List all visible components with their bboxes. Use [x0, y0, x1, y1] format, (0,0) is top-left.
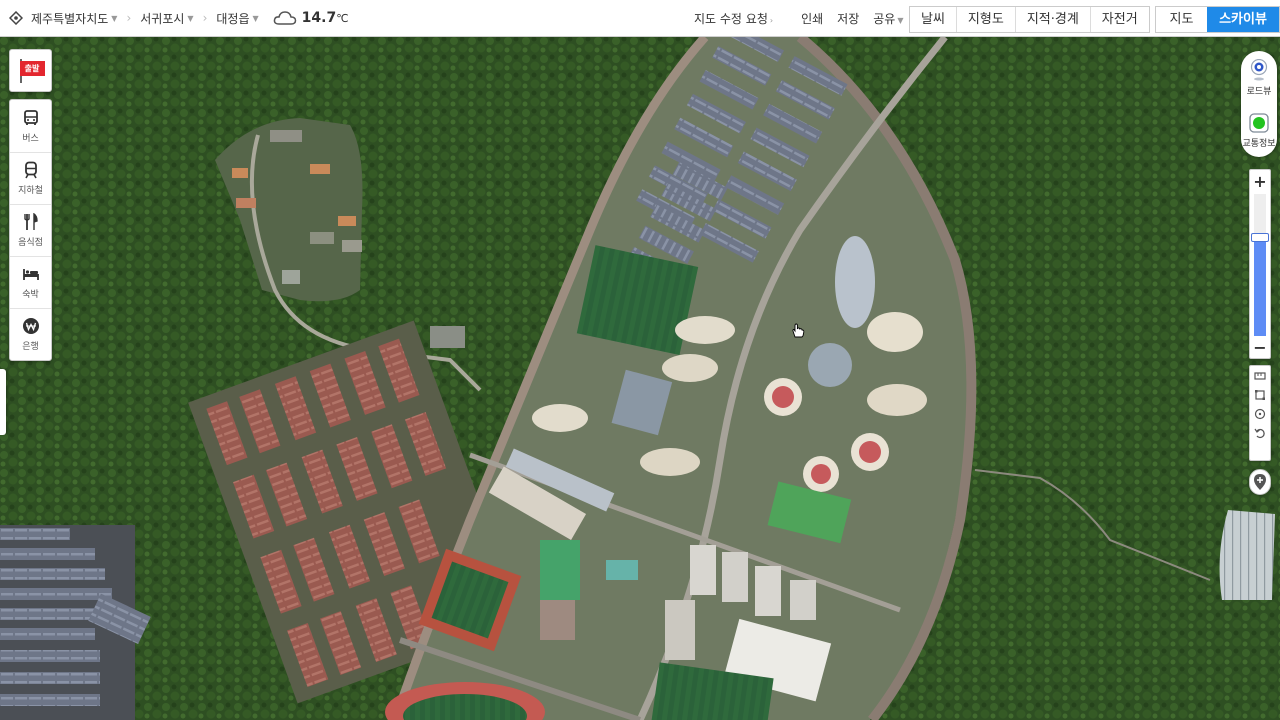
utility-links: 지도 수정 요청 › 인쇄 저장 공유 ▼ — [694, 0, 904, 37]
weather-widget[interactable]: 14.7℃ — [273, 10, 349, 26]
overlay-terrain[interactable]: 지형도 — [955, 7, 1015, 32]
zoom-slider[interactable] — [1251, 194, 1269, 336]
traffic-info-button[interactable]: 교통정보 — [1241, 104, 1277, 157]
category-restaurant[interactable]: 음식점 — [10, 204, 51, 256]
roadview-label: 로드뷰 — [1246, 86, 1272, 97]
overlay-weather[interactable]: 날씨 — [910, 7, 956, 32]
breadcrumb-province[interactable]: 제주특별자치도 ▼ — [31, 10, 117, 27]
roadview-button[interactable]: 로드뷰 — [1241, 51, 1277, 104]
satellite-map[interactable] — [0, 37, 1280, 720]
category-lodging[interactable]: 숙박 — [10, 256, 51, 308]
undo-icon — [1254, 428, 1265, 438]
start-label: 출발 — [19, 60, 45, 76]
location-target-icon[interactable] — [9, 11, 23, 25]
bank-icon — [22, 318, 39, 334]
greenhouse — [1219, 510, 1275, 600]
chevron-down-icon: ▼ — [252, 13, 259, 23]
hand-cursor-icon — [792, 323, 805, 338]
ruler-icon — [1254, 371, 1266, 380]
temperature-value: 14.7 — [301, 10, 337, 26]
chevron-right-icon: › — [769, 16, 774, 25]
chevron-right-icon: › — [202, 11, 208, 25]
zoom-handle[interactable] — [1251, 233, 1269, 242]
top-bar: 제주특별자치도 ▼ › 서귀포시 ▼ › 대정읍 ▼ 14.7℃ 지도 수정 요… — [0, 0, 1280, 37]
restaurant-icon — [23, 213, 38, 230]
edit-request-link[interactable]: 지도 수정 요청 › — [694, 10, 773, 27]
left-category-panel: 출발 버스 지하철 음식점 숙박 은행 — [9, 49, 52, 361]
map-page: 제주특별자치도 ▼ › 서귀포시 ▼ › 대정읍 ▼ 14.7℃ 지도 수정 요… — [0, 0, 1280, 720]
category-bank[interactable]: 은행 — [10, 308, 51, 360]
category-lodging-label: 숙박 — [22, 290, 39, 300]
category-bus-label: 버스 — [22, 133, 39, 144]
add-marker-icon — [1254, 474, 1266, 490]
category-restaurant-label: 음식점 — [18, 238, 43, 248]
cloud-icon — [273, 11, 296, 25]
overlay-toggles: 날씨 지형도 지적·경계 자전거 — [909, 6, 1150, 33]
start-route-button[interactable]: 출발 — [9, 49, 52, 92]
traffic-label: 교통정보 — [1242, 138, 1276, 149]
chevron-right-icon: › — [126, 11, 132, 25]
breadcrumb-province-label: 제주특별자치도 — [31, 11, 109, 26]
temperature: 14.7℃ — [302, 10, 349, 26]
breadcrumb: 제주특별자치도 ▼ › 서귀포시 ▼ › 대정읍 ▼ 14.7℃ — [0, 0, 349, 36]
subway-icon — [24, 161, 37, 179]
chevron-down-icon: ▼ — [187, 13, 194, 23]
zoom-in-button[interactable]: + — [1250, 170, 1270, 192]
map-type-toggle: 지도 스카이뷰 — [1155, 6, 1280, 33]
category-bus[interactable]: 버스 — [10, 100, 51, 152]
right-view-controls: 로드뷰 교통정보 — [1241, 51, 1277, 157]
radius-icon — [1254, 408, 1266, 419]
zoom-out-button[interactable]: − — [1250, 336, 1270, 358]
reset-button[interactable] — [1250, 423, 1270, 442]
share-label: 공유 — [873, 12, 896, 26]
area-tool-button[interactable] — [1250, 385, 1270, 404]
share-link[interactable]: 공유 ▼ — [873, 10, 903, 27]
zoom-control: + − — [1249, 169, 1271, 359]
category-bank-label: 은행 — [22, 342, 39, 352]
temperature-unit: ℃ — [336, 12, 349, 25]
add-place-button[interactable] — [1249, 469, 1271, 495]
category-list: 버스 지하철 음식점 숙박 은행 — [9, 99, 52, 361]
breadcrumb-town-label: 대정읍 — [216, 11, 250, 26]
radius-tool-button[interactable] — [1250, 404, 1270, 423]
roadview-icon — [1250, 58, 1268, 80]
chevron-down-icon: ▼ — [111, 13, 118, 23]
side-panel-handle[interactable] — [0, 369, 6, 435]
map-type-normal[interactable]: 지도 — [1156, 7, 1207, 32]
save-link[interactable]: 저장 — [837, 10, 859, 27]
edit-request-label: 지도 수정 요청 — [694, 12, 768, 26]
category-subway[interactable]: 지하철 — [10, 152, 51, 204]
overlay-bicycle[interactable]: 자전거 — [1089, 7, 1149, 32]
distance-tool-button[interactable] — [1250, 366, 1270, 385]
category-subway-label: 지하철 — [18, 186, 43, 196]
map-tools — [1249, 365, 1271, 461]
bed-icon — [22, 269, 39, 280]
area-icon — [1255, 389, 1265, 400]
breadcrumb-town[interactable]: 대정읍 ▼ — [216, 10, 258, 27]
west-residential — [0, 525, 151, 720]
traffic-icon — [1249, 112, 1269, 133]
breadcrumb-city[interactable]: 서귀포시 ▼ — [140, 10, 193, 27]
overlay-cadastral[interactable]: 지적·경계 — [1014, 7, 1090, 32]
flag-icon: 출발 — [17, 58, 45, 83]
bus-icon — [23, 109, 38, 125]
breadcrumb-city-label: 서귀포시 — [140, 11, 185, 26]
chevron-down-icon: ▼ — [897, 16, 904, 25]
map-type-skyview[interactable]: 스카이뷰 — [1207, 7, 1279, 32]
zoom-level-fill — [1254, 237, 1266, 336]
print-link[interactable]: 인쇄 — [801, 10, 823, 27]
